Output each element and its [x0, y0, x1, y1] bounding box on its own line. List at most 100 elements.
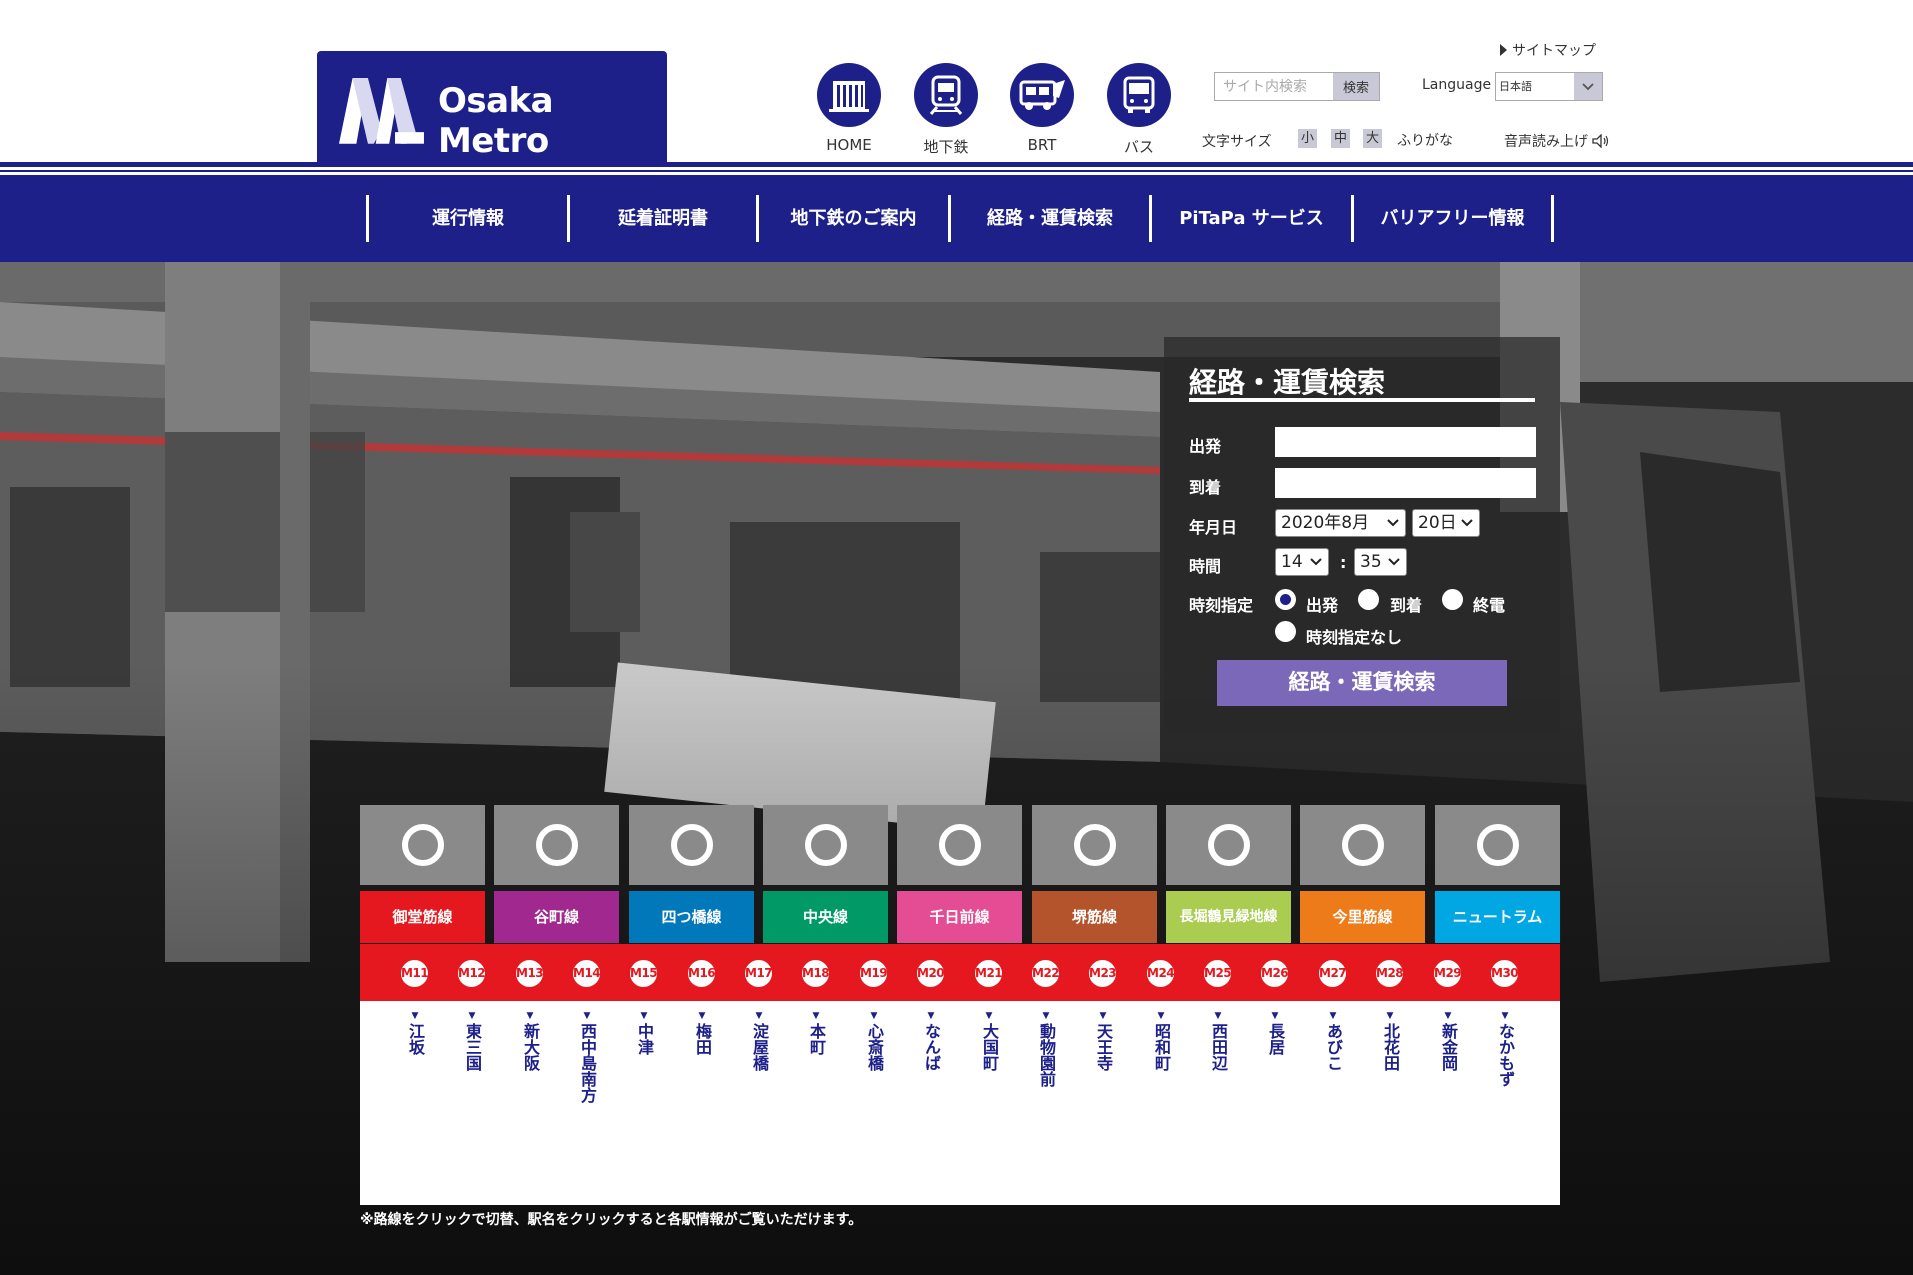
osaka-metro-logo[interactable]: Osaka Metro — [317, 51, 667, 165]
hour-value: 14 — [1281, 552, 1303, 572]
station-code-badge[interactable]: M17 — [743, 958, 774, 989]
station-item[interactable]: ▼ 江坂 — [400, 1011, 430, 1059]
station-code-badge[interactable]: M14 — [571, 958, 602, 989]
nav-delay-certificate[interactable]: 延着証明書 — [570, 195, 756, 242]
arrow-down-icon: ▼ — [583, 1011, 591, 1021]
hour-select[interactable]: 14 — [1275, 548, 1329, 576]
site-search-input[interactable] — [1215, 73, 1333, 100]
nav-pitapa[interactable]: PiTaPa サービス — [1152, 195, 1351, 242]
station-item[interactable]: ▼ 長居 — [1260, 1011, 1290, 1059]
arrow-down-icon: ▼ — [1099, 1011, 1107, 1021]
line-tab-yotsubashi[interactable]: 四つ橋線 — [629, 805, 754, 943]
departure-label: 出発 — [1189, 437, 1222, 456]
line-ring-icon — [535, 824, 578, 866]
radio-arrival-label: 到着 — [1390, 596, 1423, 615]
station-name: 東三国 — [463, 1023, 482, 1071]
font-size-small-button[interactable]: 小 — [1298, 129, 1317, 148]
font-size-large-button[interactable]: 大 — [1363, 129, 1382, 148]
station-item[interactable]: ▼ 梅田 — [687, 1011, 717, 1059]
header-rule-thin — [0, 170, 1913, 172]
line-tab-nagahori-tsurumi-ryokuchi[interactable]: 長堀鶴見緑地線 — [1166, 805, 1291, 943]
station-code-badge[interactable]: M23 — [1087, 958, 1118, 989]
station-item[interactable]: ▼ なんば — [916, 1011, 946, 1075]
station-name: 本町 — [807, 1023, 826, 1055]
station-item[interactable]: ▼ 中津 — [629, 1011, 659, 1059]
nav-operation-info[interactable]: 運行情報 — [369, 195, 567, 242]
station-code-badge[interactable]: M15 — [628, 958, 659, 989]
radio-no-time[interactable] — [1275, 621, 1296, 642]
day-select[interactable]: 20日 — [1412, 509, 1480, 537]
icon-nav-brt[interactable]: BRT — [992, 63, 1092, 154]
line-tab-tanimachi[interactable]: 谷町線 — [494, 805, 619, 943]
station-item[interactable]: ▼ 昭和町 — [1146, 1011, 1176, 1075]
station-name: 江坂 — [406, 1023, 425, 1055]
furigana-toggle[interactable]: ふりがな — [1397, 130, 1453, 150]
station-item[interactable]: ▼ 淀屋橋 — [744, 1011, 774, 1075]
station-code-badge[interactable]: M21 — [973, 958, 1004, 989]
arrow-down-icon: ▼ — [812, 1011, 820, 1021]
station-item[interactable]: ▼ 本町 — [801, 1011, 831, 1059]
station-code-badge[interactable]: M11 — [399, 958, 430, 989]
station-code-badge[interactable]: M28 — [1374, 958, 1405, 989]
station-code-badge[interactable]: M24 — [1145, 958, 1176, 989]
route-search-submit-button[interactable]: 経路・運賃検索 — [1217, 660, 1507, 706]
station-code-badge[interactable]: M18 — [800, 958, 831, 989]
year-month-select[interactable]: 2020年8月 — [1275, 509, 1406, 537]
sitemap-link[interactable]: サイトマップ — [1500, 40, 1596, 60]
station-code-badge[interactable]: M12 — [456, 958, 487, 989]
departure-input[interactable] — [1275, 427, 1536, 457]
station-code-badge[interactable]: M27 — [1317, 958, 1348, 989]
station-item[interactable]: ▼ 西田辺 — [1203, 1011, 1233, 1075]
radio-last-train[interactable] — [1442, 589, 1463, 610]
radio-arrival[interactable] — [1358, 589, 1379, 610]
station-item[interactable]: ▼ なかもず — [1490, 1011, 1520, 1091]
station-name: 天王寺 — [1094, 1023, 1113, 1071]
station-code-badge[interactable]: M20 — [915, 958, 946, 989]
nav-barrier-free[interactable]: バリアフリー情報 — [1354, 195, 1551, 242]
line-tab-new-tram[interactable]: ニュートラム — [1435, 805, 1560, 943]
station-code-badge[interactable]: M30 — [1489, 958, 1520, 989]
station-code-badge[interactable]: M16 — [686, 958, 717, 989]
minute-select[interactable]: 35 — [1354, 548, 1407, 576]
line-tab-midosuji[interactable]: 御堂筋線 — [360, 805, 485, 943]
nav-route-fare-search[interactable]: 経路・運賃検索 — [951, 195, 1149, 242]
station-code-badge[interactable]: M13 — [514, 958, 545, 989]
station-code-badge[interactable]: M25 — [1202, 958, 1233, 989]
line-ring-icon — [938, 824, 981, 866]
station-item[interactable]: ▼ 大国町 — [974, 1011, 1004, 1075]
icon-nav-home[interactable]: HOME — [799, 63, 899, 154]
station-item[interactable]: ▼ 西中島南方 — [572, 1011, 602, 1107]
global-nav: 運行情報 延着証明書 地下鉄のご案内 経路・運賃検索 PiTaPa サービス バ… — [0, 175, 1913, 262]
line-ring-icon — [1476, 824, 1519, 866]
route-search-title: 経路・運賃検索 — [1189, 366, 1386, 399]
arrow-down-icon: ▼ — [755, 1011, 763, 1021]
station-code-badge[interactable]: M19 — [858, 958, 889, 989]
line-tab-chuo[interactable]: 中央線 — [763, 805, 888, 943]
icon-nav-bus[interactable]: バス — [1089, 63, 1189, 157]
station-item[interactable]: ▼ 東三国 — [457, 1011, 487, 1075]
language-select[interactable]: 日本語 — [1495, 72, 1603, 101]
read-aloud-button[interactable]: 音声読み上げ — [1504, 131, 1610, 151]
station-code-badge[interactable]: M26 — [1259, 958, 1290, 989]
station-item[interactable]: ▼ 心斎橋 — [859, 1011, 889, 1075]
line-ring-icon — [1341, 824, 1384, 866]
station-code-badge[interactable]: M22 — [1030, 958, 1061, 989]
site-search-button[interactable]: 検索 — [1333, 73, 1379, 100]
station-item[interactable]: ▼ 新大阪 — [515, 1011, 545, 1075]
font-size-medium-button[interactable]: 中 — [1331, 129, 1350, 148]
line-name: 御堂筋線 — [360, 891, 485, 943]
line-ring-icon — [401, 824, 444, 866]
arrival-input[interactable] — [1275, 468, 1536, 498]
line-tab-sakaisuji[interactable]: 堺筋線 — [1032, 805, 1157, 943]
line-tab-sennichimae[interactable]: 千日前線 — [897, 805, 1022, 943]
station-item[interactable]: ▼ 新金岡 — [1433, 1011, 1463, 1075]
station-item[interactable]: ▼ 北花田 — [1375, 1011, 1405, 1075]
icon-nav-subway[interactable]: 地下鉄 — [896, 63, 996, 157]
station-item[interactable]: ▼ あびこ — [1318, 1011, 1348, 1075]
line-tab-imazatosuji[interactable]: 今里筋線 — [1300, 805, 1425, 943]
station-item[interactable]: ▼ 動物園前 — [1031, 1011, 1061, 1091]
nav-subway-guide[interactable]: 地下鉄のご案内 — [759, 195, 948, 242]
radio-departure[interactable] — [1275, 589, 1296, 610]
station-code-badge[interactable]: M29 — [1432, 958, 1463, 989]
station-item[interactable]: ▼ 天王寺 — [1088, 1011, 1118, 1075]
